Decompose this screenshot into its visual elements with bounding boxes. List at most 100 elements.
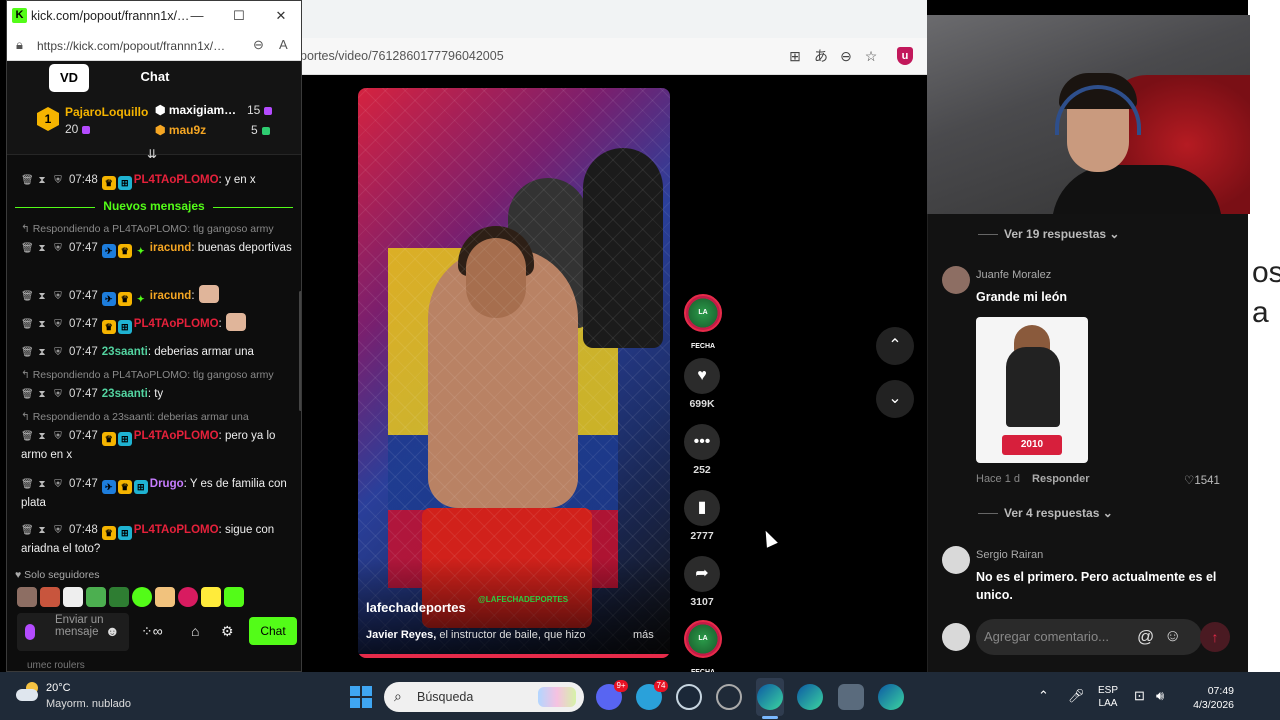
delete-icon[interactable]: 🗑︎ [21, 344, 34, 362]
message-username[interactable]: PL4TAoPLOMO [134, 524, 219, 536]
reply-context[interactable]: ↰ Respondiendo a 23saanti: deberias arma… [21, 411, 249, 423]
weather-icon[interactable] [16, 682, 40, 702]
message-username[interactable]: PL4TAoPLOMO [134, 174, 219, 186]
video-player[interactable]: lafechadeportes @LAFECHADEPORTES Javier … [358, 88, 670, 658]
chat-messages[interactable]: ⇊ 🗑︎ ⧗ ⛨ 07:48 ♛ ⊞ PL4TAoPLOMO: y en x Nuevos … [7, 147, 301, 563]
discord-icon[interactable]: 9+ [596, 680, 628, 710]
edge-icon[interactable] [757, 684, 783, 710]
read-aloud-icon[interactable]: A [279, 37, 288, 52]
ublock-extension-icon[interactable]: u [897, 47, 913, 65]
translate-icon[interactable]: あ [812, 47, 830, 65]
reply-context[interactable]: ↰ Respondiendo a PL4TAoPLOMO: tlg gangos… [21, 223, 274, 235]
ban-icon[interactable]: ⛨ [53, 428, 63, 446]
post-comment-button[interactable]: ↑ [1200, 622, 1230, 652]
ban-icon[interactable]: ⛨ [53, 386, 63, 404]
microphone-icon[interactable] [25, 624, 35, 640]
timeout-icon[interactable]: ⧗ [37, 344, 47, 362]
view-replies-button[interactable]: Ver 19 respuestas ⌄ [978, 227, 1119, 241]
scroll-down-icon[interactable]: ⇊ [147, 147, 157, 161]
delete-icon[interactable]: 🗑︎ [21, 316, 34, 334]
timeout-icon[interactable]: ⧗ [37, 172, 47, 190]
obs-icon[interactable] [716, 684, 742, 710]
chat-message[interactable]: 🗑︎ ⧗ ⛨ 07:48 ♛ ⊞ PL4TAoPLOMO: sigue con ariadn… [21, 521, 295, 558]
clock[interactable]: 07:49 4/3/2026 [1186, 684, 1234, 712]
minimize-button[interactable]: — [187, 6, 207, 26]
delete-icon[interactable]: 🗑︎ [21, 288, 34, 306]
gear-icon[interactable]: ⚙ [221, 623, 234, 640]
emote-button[interactable] [40, 587, 60, 607]
zoom-icon[interactable]: ⊖ [837, 47, 855, 65]
chat-scrollbar[interactable] [299, 291, 301, 411]
telegram-icon[interactable]: 74 [636, 680, 668, 710]
like-button[interactable]: ♥ 699K [684, 358, 720, 410]
delete-icon[interactable]: 🗑︎ [21, 172, 34, 190]
window-titlebar[interactable]: K kick.com/popout/frannn1x/… — ☐ ✕ [7, 1, 301, 31]
edge-icon[interactable] [878, 684, 904, 710]
ban-icon[interactable]: ⛨ [53, 344, 63, 362]
taskbar-search[interactable]: ⌕ Búsqueda [384, 682, 584, 712]
timeout-icon[interactable]: ⧗ [37, 240, 47, 258]
emote-button[interactable] [109, 587, 129, 607]
start-button[interactable] [350, 686, 372, 708]
music-avatar-button[interactable]: LA FECHA [684, 620, 722, 676]
emote-button[interactable] [155, 587, 175, 607]
mention-icon[interactable]: @ [1137, 627, 1154, 647]
favorite-star-icon[interactable]: ☆ [862, 47, 880, 65]
emote-button[interactable] [63, 587, 83, 607]
close-button[interactable]: ✕ [271, 6, 291, 26]
message-username[interactable]: PL4TAoPLOMO [134, 430, 219, 442]
emote-button[interactable] [178, 587, 198, 607]
timeout-icon[interactable]: ⧗ [37, 428, 47, 446]
message-username[interactable]: 23saanti [102, 388, 148, 400]
delete-icon[interactable]: 🗑︎ [21, 476, 34, 494]
chat-message[interactable]: 🗑︎ ⧗ ⛨ 07:47 ♛ ⊞ PL4TAoPLOMO: [21, 313, 295, 334]
weather-description[interactable]: Mayorm. nublado [46, 698, 131, 710]
microphone-icon[interactable]: 🎤︎ [1068, 688, 1085, 704]
comment-avatar[interactable] [942, 266, 970, 294]
emote-button[interactable] [224, 587, 244, 607]
address-url[interactable]: portes/video/7612860177796042005 [300, 49, 504, 63]
message-username[interactable]: PL4TAoPLOMO [134, 318, 219, 330]
emoji-icon[interactable]: ☻ [105, 623, 120, 639]
volume-icon[interactable]: 🔊︎ [1156, 688, 1164, 704]
store-icon[interactable]: ⌂ [191, 623, 199, 639]
comment-avatar[interactable] [942, 546, 970, 574]
share-button[interactable]: ➦ 3107 [684, 556, 720, 608]
video-author[interactable]: lafechadeportes [366, 600, 466, 615]
comment-image[interactable]: 2010 [976, 317, 1088, 463]
leader-name[interactable]: ⬢ mau9z [155, 123, 206, 137]
network-icon[interactable]: ⊡ [1134, 688, 1145, 704]
ban-icon[interactable]: ⛨ [53, 476, 63, 494]
address-bar[interactable]: portes/video/7612860177796042005 ⊞ あ ⊖ ☆… [300, 38, 927, 75]
edge-icon[interactable] [797, 684, 823, 710]
previous-video-button[interactable]: ⌃ [876, 327, 914, 365]
view-replies-button[interactable]: Ver 4 respuestas ⌄ [978, 506, 1113, 520]
comment-like-button[interactable]: ♡1541 [1184, 473, 1220, 487]
delete-icon[interactable]: 🗑︎ [21, 240, 34, 258]
send-chat-button[interactable]: Chat [249, 617, 297, 645]
chat-message[interactable]: 🗑︎ ⧗ ⛨ 07:47 ✈ ♛ ⊞ Drugo: Y es de familia con p… [21, 475, 295, 512]
delete-icon[interactable]: 🗑︎ [21, 522, 34, 540]
zoom-icon[interactable]: ⊖ [253, 37, 264, 53]
ban-icon[interactable]: ⛨ [53, 172, 63, 190]
comment-author[interactable]: Sergio Rairan [976, 549, 1043, 561]
reply-button[interactable]: Responder [1032, 473, 1089, 485]
timeout-icon[interactable]: ⧗ [37, 288, 47, 306]
video-progress-bar[interactable] [358, 654, 670, 658]
chat-message-input[interactable]: Enviar un mensaje ☻ [17, 613, 129, 651]
comments-button[interactable]: ••• 252 [684, 424, 720, 476]
chat-message[interactable]: 🗑︎ ⧗ ⛨ 07:47 23saanti: ty [21, 385, 295, 404]
message-username[interactable]: iracund [150, 242, 192, 254]
author-avatar-button[interactable]: LA FECHA [684, 294, 722, 350]
emote-button[interactable] [17, 587, 37, 607]
reply-context[interactable]: ↰ Respondiendo a PL4TAoPLOMO: tlg gangos… [21, 369, 274, 381]
chat-message[interactable]: 🗑︎ ⧗ ⛨ 07:47 ✈ ♛ ✦ iracund: [21, 285, 295, 306]
ban-icon[interactable]: ⛨ [53, 240, 63, 258]
emote-button[interactable] [86, 587, 106, 607]
infinity-icon[interactable]: ⁘∞ [141, 623, 163, 640]
calculator-icon[interactable] [838, 684, 864, 710]
comment-author[interactable]: Juanfe Moralez [976, 269, 1051, 281]
chat-message[interactable]: 🗑︎ ⧗ ⛨ 07:47 23saanti: deberias armar una [21, 343, 295, 362]
maximize-button[interactable]: ☐ [229, 6, 249, 26]
caption-more-link[interactable]: más [633, 629, 654, 641]
